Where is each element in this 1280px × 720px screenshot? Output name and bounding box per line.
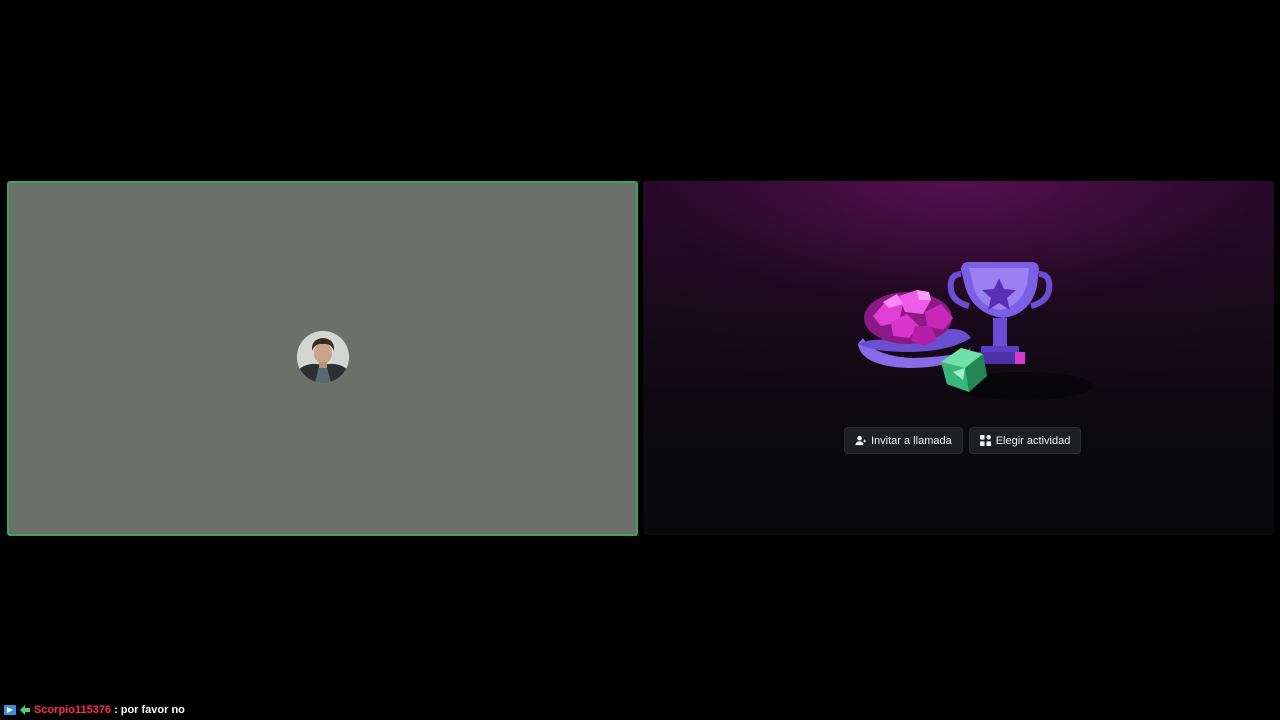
activity-panel: Invitar a llamada Elegir actividad (643, 181, 1274, 535)
participant-tile[interactable] (7, 181, 638, 536)
trophy-gems-dice-icon (858, 262, 1093, 400)
invite-to-call-button[interactable]: Invitar a llamada (844, 427, 963, 454)
chevron-badge-icon (20, 705, 30, 715)
activity-actions: Invitar a llamada Elegir actividad (844, 427, 1082, 454)
choose-activity-label: Elegir actividad (995, 434, 1071, 447)
invite-to-call-label: Invitar a llamada (871, 434, 952, 447)
chat-message: Scorpio115376 : por favor no (4, 703, 185, 717)
prime-badge-icon (4, 705, 16, 715)
choose-activity-button[interactable]: Elegir actividad (968, 427, 1082, 454)
participant-avatar (297, 331, 349, 383)
chat-separator: : (114, 704, 118, 716)
screen: Invitar a llamada Elegir actividad Scorp… (0, 0, 1280, 720)
apps-grid-icon (979, 435, 991, 446)
chat-username[interactable]: Scorpio115376 (34, 704, 111, 716)
chat-text: por favor no (120, 704, 185, 716)
add-person-icon (855, 435, 866, 446)
